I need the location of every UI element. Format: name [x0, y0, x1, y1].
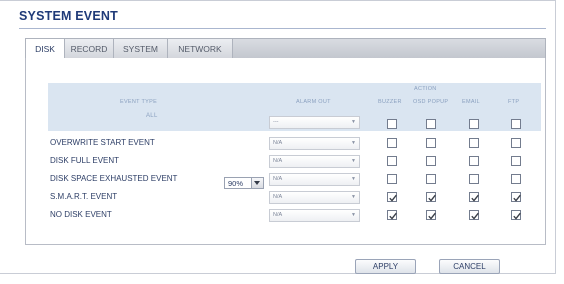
cancel-button[interactable]: CANCEL — [439, 259, 500, 274]
tab-network[interactable]: NETWORK — [167, 38, 233, 59]
header-ftp: FTP — [508, 99, 520, 105]
osd-popup-checkbox[interactable] — [426, 192, 436, 202]
chevron-down-icon: ▼ — [351, 119, 356, 125]
event-row-label: S.M.A.R.T. EVENT — [50, 192, 118, 201]
dropdown-arrow-icon — [251, 178, 263, 188]
ftp-checkbox[interactable] — [511, 156, 521, 166]
header-email: EMAIL — [462, 99, 481, 105]
event-row-label: OVERWRITE START EVENT — [50, 138, 155, 147]
email-checkbox[interactable] — [469, 192, 479, 202]
all-row-label: ALL — [146, 113, 158, 119]
chevron-down-icon: ▼ — [351, 176, 356, 182]
buzzer-checkbox[interactable] — [387, 192, 397, 202]
all-buzzer-checkbox[interactable] — [387, 119, 397, 129]
ftp-checkbox[interactable] — [511, 192, 521, 202]
header-alarm-out: ALARM OUT — [296, 99, 331, 105]
event-row-label: NO DISK EVENT — [50, 210, 112, 219]
alarm-out-select[interactable]: N/A ▼ — [269, 191, 360, 204]
ftp-checkbox[interactable] — [511, 138, 521, 148]
alarm-out-select[interactable]: N/A ▼ — [269, 209, 360, 222]
ftp-checkbox[interactable] — [511, 174, 521, 184]
chevron-down-icon: ▼ — [351, 140, 356, 146]
chevron-down-icon: ▼ — [351, 158, 356, 164]
email-checkbox[interactable] — [469, 174, 479, 184]
alarm-out-value: N/A — [273, 212, 283, 218]
all-alarm-out-value: --- — [273, 119, 279, 125]
all-osd-popup-checkbox[interactable] — [426, 119, 436, 129]
email-checkbox[interactable] — [469, 210, 479, 220]
buzzer-checkbox[interactable] — [387, 210, 397, 220]
tab-bar: DISK RECORD SYSTEM NETWORK — [25, 38, 546, 60]
alarm-out-value: N/A — [273, 158, 283, 164]
event-row-label: DISK FULL EVENT — [50, 156, 120, 165]
osd-popup-checkbox[interactable] — [426, 174, 436, 184]
all-email-checkbox[interactable] — [469, 119, 479, 129]
dialog-title: SYSTEM EVENT — [19, 9, 118, 23]
alarm-out-select[interactable]: N/A ▼ — [269, 137, 360, 150]
title-divider — [19, 28, 546, 29]
alarm-out-value: N/A — [273, 140, 283, 146]
apply-button[interactable]: APPLY — [355, 259, 416, 274]
buzzer-checkbox[interactable] — [387, 156, 397, 166]
all-alarm-out-select[interactable]: --- ▼ — [269, 116, 360, 129]
all-ftp-checkbox[interactable] — [511, 119, 521, 129]
osd-popup-checkbox[interactable] — [426, 156, 436, 166]
email-checkbox[interactable] — [469, 138, 479, 148]
chevron-down-icon: ▼ — [351, 212, 356, 218]
osd-popup-checkbox[interactable] — [426, 210, 436, 220]
ftp-checkbox[interactable] — [511, 210, 521, 220]
exhausted-threshold-select[interactable]: 90% — [224, 177, 264, 189]
header-buzzer: BUZZER — [378, 99, 402, 105]
chevron-down-icon: ▼ — [351, 194, 356, 200]
alarm-out-value: N/A — [273, 194, 283, 200]
alarm-out-select[interactable]: N/A ▼ — [269, 155, 360, 168]
header-action: ACTION — [414, 86, 437, 92]
alarm-out-value: N/A — [273, 176, 283, 182]
header-event-type: EVENT TYPE — [120, 99, 158, 105]
exhausted-threshold-value: 90% — [228, 179, 244, 188]
tab-system[interactable]: SYSTEM — [113, 38, 168, 59]
osd-popup-checkbox[interactable] — [426, 138, 436, 148]
tab-record[interactable]: RECORD — [64, 38, 114, 59]
event-row-label: DISK SPACE EXHAUSTED EVENT — [50, 174, 178, 183]
tab-disk[interactable]: DISK — [25, 38, 65, 60]
buzzer-checkbox[interactable] — [387, 138, 397, 148]
email-checkbox[interactable] — [469, 156, 479, 166]
header-osd-popup: OSD POPUP — [413, 99, 449, 105]
alarm-out-select[interactable]: N/A ▼ — [269, 173, 360, 186]
buzzer-checkbox[interactable] — [387, 174, 397, 184]
